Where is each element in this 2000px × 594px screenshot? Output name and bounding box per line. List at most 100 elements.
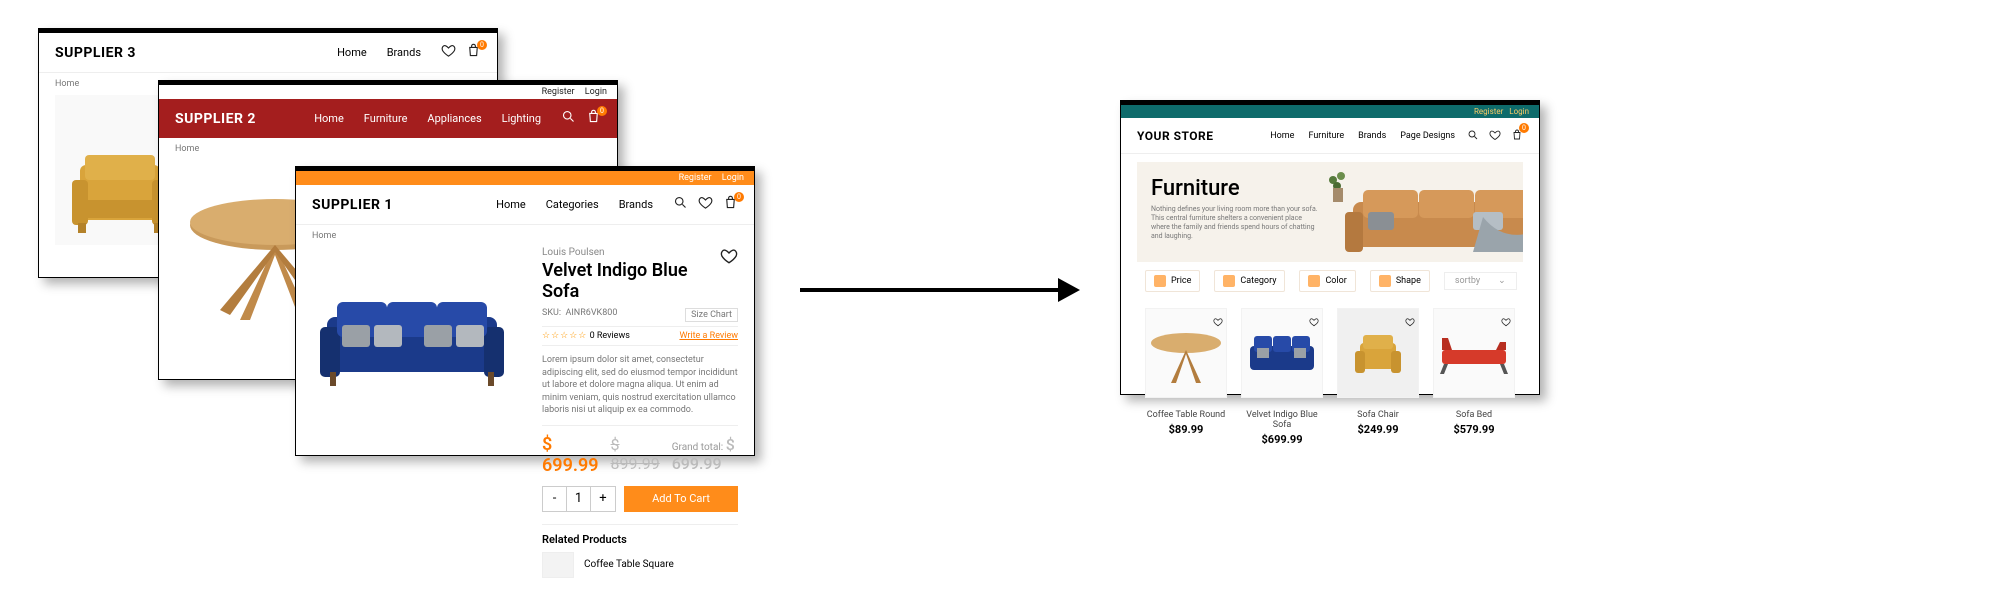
sku-value: AINR6VK800 (565, 308, 617, 318)
login-link[interactable]: Login (722, 173, 744, 183)
write-review-link[interactable]: Write a Review (679, 331, 738, 341)
header: SUPPLIER 1 Home Categories Brands (296, 185, 754, 225)
nav-home[interactable]: Home (496, 198, 526, 211)
product-price: $579.99 (1433, 423, 1515, 436)
filter-label: Price (1171, 276, 1191, 286)
add-to-cart-button[interactable]: Add To Cart (624, 486, 738, 512)
nav-brands[interactable]: Brands (387, 46, 421, 59)
filter-price[interactable]: Price (1145, 270, 1200, 292)
product-price: $699.99 (1241, 433, 1323, 446)
related-thumb[interactable] (542, 552, 574, 578)
size-chart-link[interactable]: Size Chart (685, 308, 738, 322)
filter-bar: Price Category Color Shape sortby⌄ (1121, 270, 1539, 292)
register-link[interactable]: Register (679, 173, 712, 183)
login-link[interactable]: Login (1509, 107, 1529, 116)
main-nav: Home Furniture Appliances Lighting (314, 112, 541, 125)
search-icon[interactable] (1467, 126, 1479, 145)
product-price: $89.99 (1145, 423, 1227, 436)
store-window: Register Login YOUR STORE Home Furniture… (1120, 100, 1540, 395)
header: SUPPLIER 2 Home Furniture Appliances Lig… (159, 99, 617, 138)
filter-color[interactable]: Color (1299, 270, 1355, 292)
nav-appliances[interactable]: Appliances (427, 112, 481, 125)
wishlist-icon[interactable] (720, 247, 738, 308)
product-image (312, 247, 512, 427)
color-icon (1308, 275, 1320, 287)
product-name: Velvet Indigo Blue Sofa (1241, 410, 1323, 430)
product-card[interactable]: Sofa Chair $249.99 (1337, 308, 1419, 446)
grand-total: $ 699.99 (672, 435, 735, 473)
wishlist-icon[interactable] (1405, 312, 1415, 331)
hero-banner: Furniture Nothing defines your living ro… (1137, 162, 1523, 262)
related-item-name[interactable]: Coffee Table Square (584, 559, 674, 570)
product-grid: Coffee Table Round $89.99 Velvet Indigo … (1121, 292, 1539, 462)
filter-shape[interactable]: Shape (1370, 270, 1430, 292)
main-nav: Home Brands (337, 46, 421, 59)
nav-furniture[interactable]: Furniture (1308, 131, 1344, 141)
header: SUPPLIER 3 Home Brands (39, 33, 497, 73)
quantity-stepper: - 1 + (542, 486, 616, 512)
product-card[interactable]: Velvet Indigo Blue Sofa $699.99 (1241, 308, 1323, 446)
sku-label: SKU: (542, 308, 561, 318)
breadcrumb[interactable]: Home (296, 225, 754, 247)
product-card[interactable]: Coffee Table Round $89.99 (1145, 308, 1227, 446)
product-price: $249.99 (1337, 423, 1419, 436)
hero-image (1323, 162, 1523, 262)
nav-brands[interactable]: Brands (619, 198, 653, 211)
cart-icon[interactable] (1511, 126, 1523, 145)
nav-home[interactable]: Home (337, 46, 367, 59)
main-nav: Home Categories Brands (496, 198, 653, 211)
product-card[interactable]: Sofa Bed $579.99 (1433, 308, 1515, 446)
category-icon (1223, 275, 1235, 287)
nav-categories[interactable]: Categories (546, 198, 599, 211)
utility-bar: Register Login (1121, 105, 1539, 118)
store-logo: SUPPLIER 3 (55, 45, 136, 61)
qty-increase[interactable]: + (591, 487, 615, 511)
cart-icon[interactable] (466, 43, 481, 62)
review-count: 0 Reviews (590, 331, 630, 341)
product-price: $ 699.99 (542, 434, 599, 476)
utility-bar: Register Login (159, 85, 617, 99)
nav-page-designs[interactable]: Page Designs (1400, 131, 1455, 141)
price-icon (1154, 275, 1166, 287)
register-link[interactable]: Register (542, 87, 575, 97)
filter-label: Shape (1396, 276, 1421, 286)
breadcrumb[interactable]: Home (159, 138, 617, 160)
hero-description: Nothing defines your living room more th… (1151, 205, 1321, 241)
nav-brands[interactable]: Brands (1358, 131, 1386, 141)
wishlist-icon[interactable] (1501, 312, 1511, 331)
hero-title: Furniture (1151, 176, 1321, 201)
login-link[interactable]: Login (585, 87, 607, 97)
shape-icon (1379, 275, 1391, 287)
register-link[interactable]: Register (1474, 107, 1503, 116)
nav-furniture[interactable]: Furniture (364, 112, 408, 125)
main-nav: Home Furniture Brands Page Designs (1270, 131, 1455, 141)
arrow-icon (800, 270, 1080, 310)
utility-bar: Register Login (296, 171, 754, 185)
search-icon[interactable] (561, 109, 576, 128)
wishlist-icon[interactable] (1213, 312, 1223, 331)
wishlist-icon[interactable] (698, 195, 713, 214)
product-description: Lorem ipsum dolor sit amet, consectetur … (542, 354, 738, 417)
nav-lighting[interactable]: Lighting (502, 112, 541, 125)
product-name: Coffee Table Round (1145, 410, 1227, 420)
filter-category[interactable]: Category (1214, 270, 1285, 292)
filter-label: Category (1240, 276, 1276, 286)
wishlist-icon[interactable] (1489, 126, 1501, 145)
nav-home[interactable]: Home (314, 112, 344, 125)
cart-icon[interactable] (586, 109, 601, 128)
product-name: Sofa Chair (1337, 410, 1419, 420)
qty-decrease[interactable]: - (543, 487, 567, 511)
filter-label: Color (1325, 276, 1346, 286)
wishlist-icon[interactable] (1309, 312, 1319, 331)
product-name: Sofa Bed (1433, 410, 1515, 420)
grand-label: Grand total: (672, 442, 724, 453)
sortby-dropdown[interactable]: sortby⌄ (1444, 272, 1517, 290)
search-icon[interactable] (673, 195, 688, 214)
sortby-label: sortby (1455, 276, 1480, 286)
wishlist-icon[interactable] (441, 43, 456, 62)
store-logo: SUPPLIER 2 (175, 111, 256, 127)
product-brand: Louis Poulsen (542, 247, 720, 258)
related-products-heading: Related Products (542, 524, 738, 546)
nav-home[interactable]: Home (1270, 131, 1294, 141)
cart-icon[interactable] (723, 195, 738, 214)
